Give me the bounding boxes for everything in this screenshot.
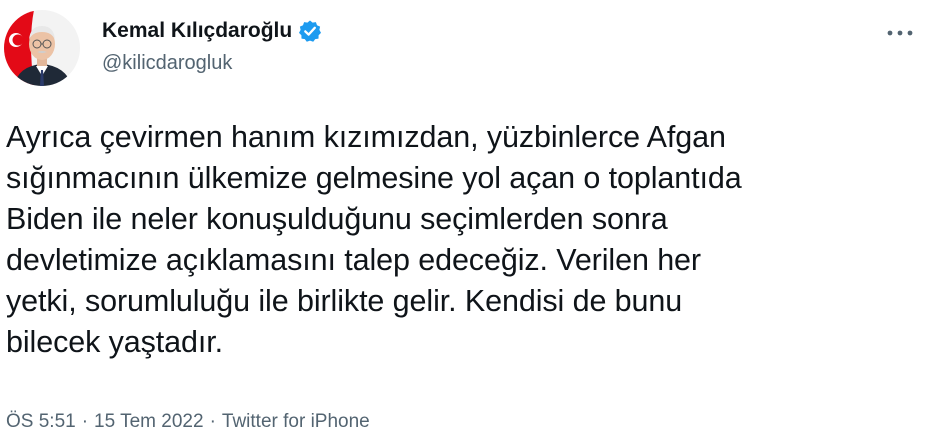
tweet-text: Ayrıca çevirmen hanım kızımızdan, yüzbin… xyxy=(6,120,742,359)
avatar[interactable] xyxy=(4,10,80,86)
author-display-name[interactable]: Kemal Kılıçdaroğlu xyxy=(102,19,292,43)
meta-separator: · xyxy=(81,411,89,432)
verified-badge-icon xyxy=(298,19,322,43)
tweet-meta: ÖS 5:51 · 15 Tem 2022 · Twitter for iPho… xyxy=(6,411,370,433)
tweet-time[interactable]: ÖS 5:51 xyxy=(6,411,76,433)
tweet-card: Kemal Kılıçdaroğlu @kilicdarogluk Ayrıca… xyxy=(0,0,932,439)
author-handle[interactable]: @kilicdarogluk xyxy=(102,52,322,75)
meta-separator: · xyxy=(209,411,216,432)
author-name-row: Kemal Kılıçdaroğlu xyxy=(102,14,322,48)
tweet-date[interactable]: 15 Tem 2022 xyxy=(94,411,204,433)
more-options-button[interactable] xyxy=(882,20,918,46)
author-info: Kemal Kılıçdaroğlu @kilicdarogluk xyxy=(102,14,322,75)
tweet-source[interactable]: Twitter for iPhone xyxy=(222,411,370,433)
avatar-image xyxy=(4,10,80,86)
more-horizontal-icon xyxy=(887,30,913,36)
